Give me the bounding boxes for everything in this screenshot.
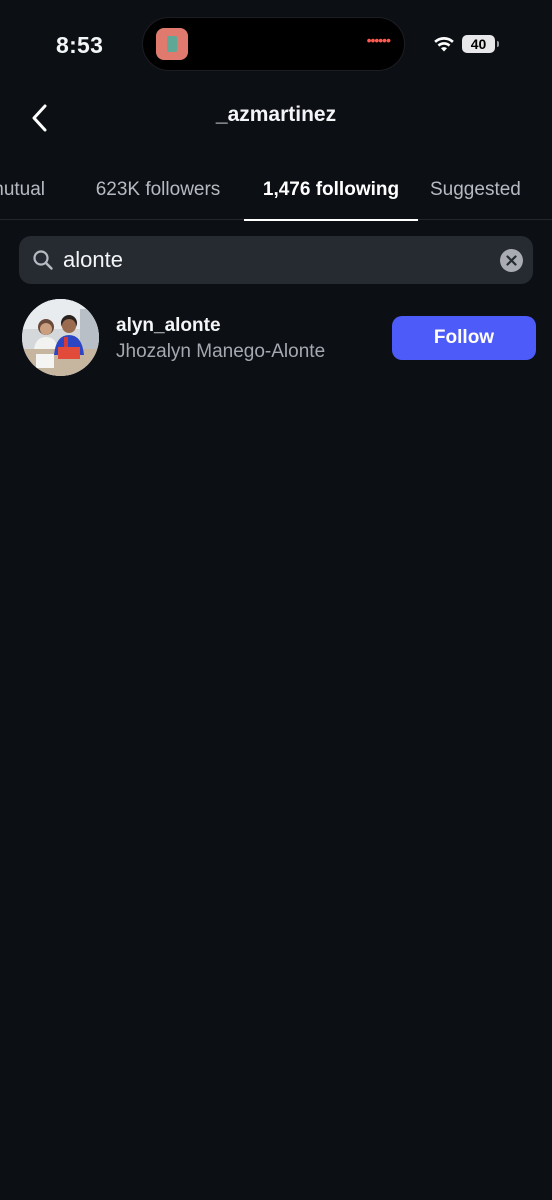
nav-header: _azmartinez [0, 90, 552, 142]
tab-mutual[interactable]: mutual [0, 160, 66, 220]
list-item[interactable]: alyn_alonte Jhozalyn Manego-Alonte Follo… [0, 296, 552, 380]
tab-suggested[interactable]: Suggested [430, 160, 542, 220]
username[interactable]: alyn_alonte [116, 315, 221, 337]
search-icon [33, 250, 53, 270]
avatar[interactable] [22, 299, 99, 376]
status-time: 8:53 [56, 32, 104, 58]
dynamic-island[interactable]: •••••• [142, 17, 405, 71]
avatar-photo [22, 299, 99, 376]
tab-bar: mutual 623K followers 1,476 following Su… [0, 160, 552, 221]
follow-button[interactable]: Follow [392, 316, 536, 360]
battery-icon: 40 [462, 35, 499, 53]
wifi-icon [434, 37, 454, 52]
tab-followers[interactable]: 623K followers [75, 160, 241, 220]
page-title: _azmartinez [215, 103, 337, 126]
screen: 8:53 •••••• 40 _azmartinez mutual 623K f… [0, 0, 552, 1200]
clear-icon[interactable] [500, 249, 523, 272]
search-bar[interactable] [19, 236, 533, 284]
x-icon [506, 255, 517, 266]
search-input[interactable] [63, 236, 483, 284]
full-name: Jhozalyn Manego-Alonte [116, 341, 326, 362]
status-bar: 8:53 •••••• 40 [0, 0, 552, 90]
app-icon[interactable] [156, 28, 188, 60]
activity-dots: •••••• [366, 32, 391, 48]
tab-following[interactable]: 1,476 following [244, 160, 418, 221]
